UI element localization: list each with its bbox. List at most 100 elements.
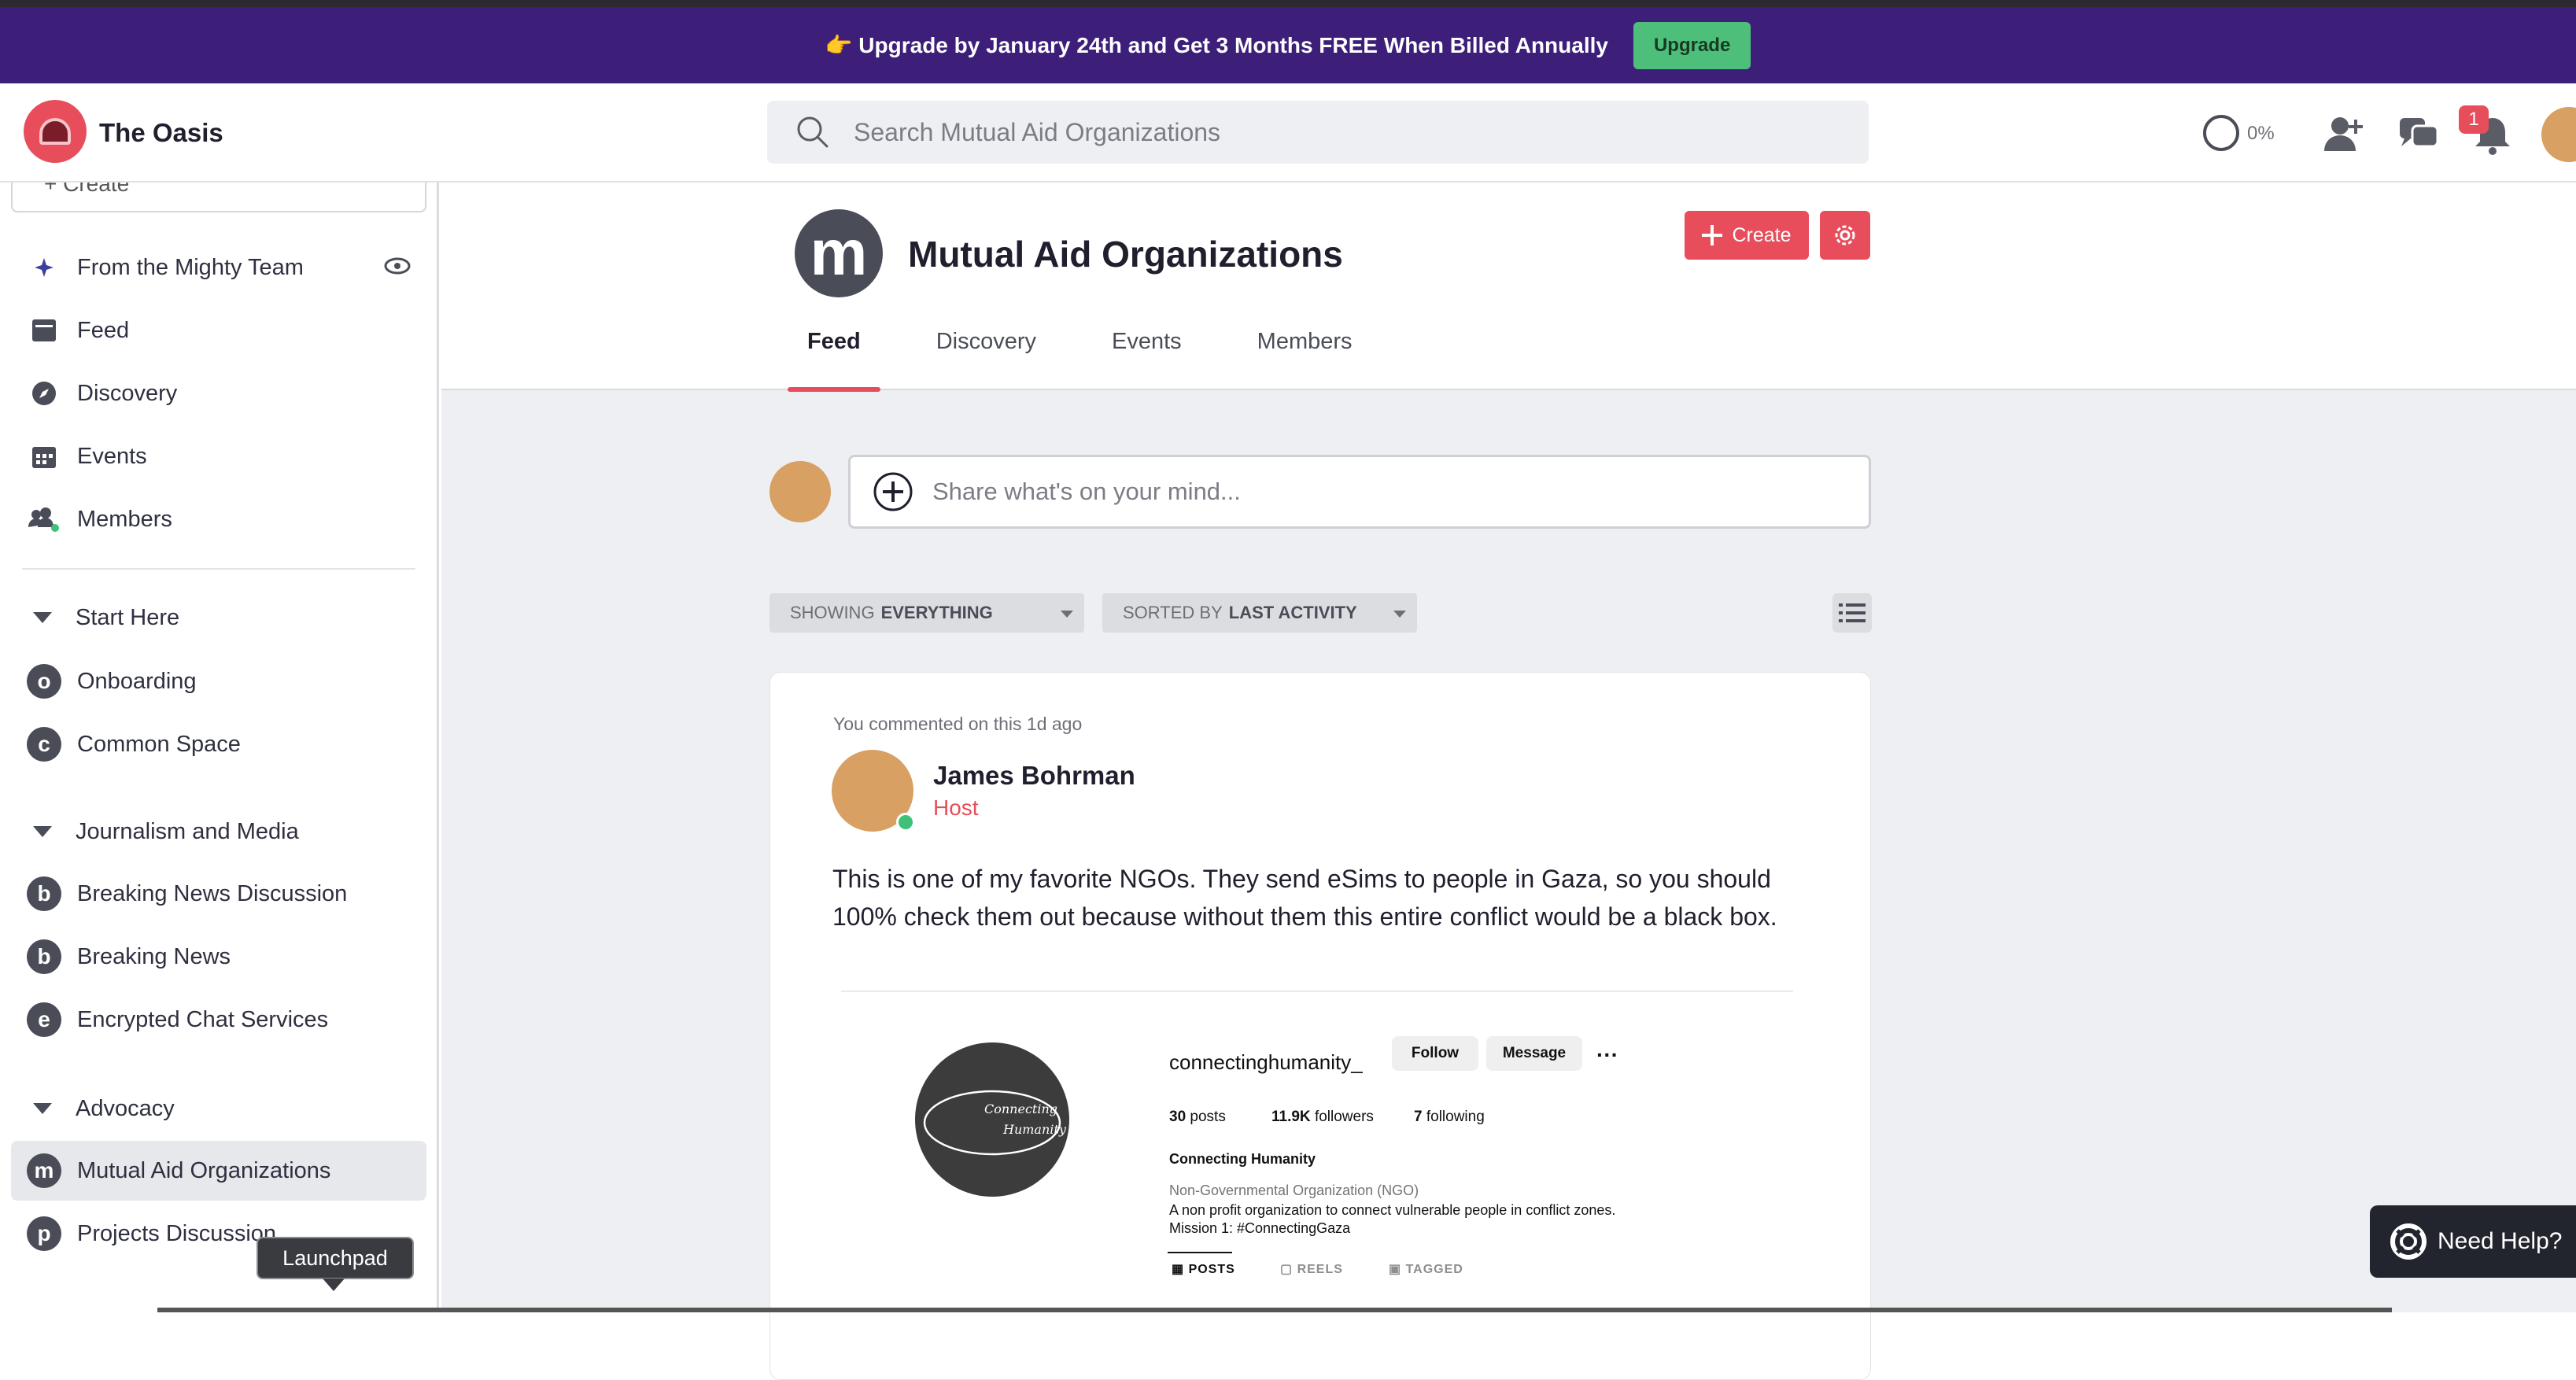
section-title: Journalism and Media <box>76 818 299 844</box>
space-label: Breaking News <box>77 943 231 969</box>
section-title: Start Here <box>76 604 180 630</box>
tab-events[interactable]: Events <box>1112 329 1182 390</box>
group-title: Mutual Aid Organizations <box>908 234 1343 275</box>
window-top-bar <box>0 0 2576 7</box>
post-composer[interactable]: Share what's on your mind... <box>848 455 1871 529</box>
space-label: Breaking News Discussion <box>77 880 348 906</box>
embed-tab-tagged: ▣ TAGGED <box>1389 1263 1463 1276</box>
sidebar-item-label: Discovery <box>77 380 178 406</box>
filter-value: EVERYTHING <box>880 603 993 622</box>
promo-banner: 👉 Upgrade by January 24th and Get 3 Mont… <box>0 7 2576 83</box>
sidebar-space-mutual-aid[interactable]: m Mutual Aid Organizations <box>11 1141 426 1201</box>
space-label: Onboarding <box>77 668 197 694</box>
search-icon <box>797 116 829 148</box>
author-name[interactable]: James Bohrman <box>933 761 1135 791</box>
plus-icon <box>1702 225 1723 245</box>
post-divider <box>841 991 1793 992</box>
embed-tab-label: REELS <box>1297 1263 1343 1276</box>
sidebar-space-breaking-news-discussion[interactable]: b Breaking News Discussion <box>11 864 426 924</box>
collapse-triangle-icon <box>33 612 52 623</box>
embed-following-stat: 7 following <box>1414 1109 1485 1126</box>
space-letter-icon: p <box>27 1216 61 1251</box>
sidebar-space-onboarding[interactable]: o Onboarding <box>11 651 426 711</box>
section-title: Advocacy <box>76 1095 175 1121</box>
list-view-toggle[interactable] <box>1832 593 1872 633</box>
sidebar-item-members[interactable]: Members <box>11 489 426 549</box>
add-person-icon[interactable] <box>2321 112 2365 156</box>
bottom-scrollbar[interactable] <box>157 1308 2392 1312</box>
chat-icon[interactable] <box>2397 112 2441 156</box>
compass-icon <box>27 376 61 411</box>
upgrade-button[interactable]: Upgrade <box>1633 21 1751 69</box>
create-button[interactable]: Create <box>1685 211 1809 260</box>
sidebar-space-encrypted-chat[interactable]: e Encrypted Chat Services <box>11 990 426 1050</box>
embed-tab-indicator <box>1168 1252 1232 1253</box>
embed-tab-label: TAGGED <box>1405 1263 1463 1276</box>
user-avatar[interactable] <box>2541 107 2576 162</box>
showing-filter-dropdown[interactable]: SHOWING EVERYTHING <box>769 593 1084 633</box>
sidebar-create-button[interactable]: + Create <box>11 183 426 212</box>
site-name[interactable]: The Oasis <box>99 118 223 148</box>
group-avatar: m <box>795 209 883 297</box>
sidebar-item-label: Members <box>77 506 172 532</box>
embed-display-name: Connecting Humanity <box>1169 1151 1316 1167</box>
embed-pic-text-1: Connecting <box>984 1101 1057 1116</box>
space-label: Mutual Aid Organizations <box>77 1157 331 1183</box>
section-advocacy[interactable]: Advocacy <box>11 1081 426 1136</box>
sidebar-space-common-space[interactable]: c Common Space <box>11 714 426 774</box>
embed-followers-stat: 11.9K followers <box>1271 1109 1374 1126</box>
tab-discovery[interactable]: Discovery <box>936 329 1036 390</box>
settings-button[interactable] <box>1820 211 1870 260</box>
sidebar-item-discovery[interactable]: Discovery <box>11 363 426 423</box>
collapse-triangle-icon <box>33 1103 52 1114</box>
sidebar-item-label: Feed <box>77 317 130 343</box>
sort-dropdown[interactable]: SORTED BY LAST ACTIVITY <box>1102 593 1417 633</box>
eye-icon[interactable] <box>384 256 411 279</box>
sidebar-space-breaking-news[interactable]: b Breaking News <box>11 927 426 987</box>
space-label: Encrypted Chat Services <box>77 1006 329 1032</box>
space-letter-icon: o <box>27 664 61 699</box>
search-bar[interactable]: Search Mutual Aid Organizations <box>767 101 1869 164</box>
need-help-button[interactable]: Need Help? <box>2370 1205 2576 1278</box>
sparkle-icon <box>27 250 61 285</box>
sidebar-item-events[interactable]: Events <box>11 426 426 486</box>
progress-ring-icon[interactable] <box>2201 113 2241 153</box>
sidebar-divider <box>22 568 415 570</box>
filter-prefix: SHOWING <box>790 603 875 622</box>
search-input[interactable]: Search Mutual Aid Organizations <box>854 118 1220 147</box>
calendar-icon <box>27 439 61 474</box>
notification-badge: 1 <box>2459 105 2489 134</box>
embed-bio: A non profit organization to connect vul… <box>1169 1201 1615 1238</box>
embed-pic-text-2: Humanity <box>1002 1122 1067 1137</box>
stat-value: 11.9K <box>1271 1109 1311 1125</box>
composer-avatar <box>769 461 831 522</box>
caret-down-icon <box>1393 611 1406 618</box>
sidebar-item-feed[interactable]: Feed <box>11 301 426 360</box>
embed-category: Non-Governmental Organization (NGO) <box>1169 1183 1419 1198</box>
gear-icon <box>1835 225 1855 245</box>
embed-tab-posts: ▦ POSTS <box>1172 1263 1235 1276</box>
tab-members[interactable]: Members <box>1257 329 1353 390</box>
stat-label: following <box>1426 1109 1485 1125</box>
caret-down-icon <box>1061 611 1073 618</box>
embed-username: connectinghumanity_ <box>1169 1050 1363 1074</box>
main-content: m Mutual Aid Organizations Create Feed D… <box>441 183 2576 1380</box>
bio-line: A non profit organization to connect vul… <box>1169 1202 1616 1218</box>
author-role: Host <box>933 795 979 820</box>
tooltip-arrow <box>323 1279 345 1291</box>
section-start-here[interactable]: Start Here <box>11 590 426 645</box>
stat-label: posts <box>1190 1109 1226 1125</box>
site-logo[interactable] <box>24 100 87 163</box>
progress-percent: 0% <box>2247 123 2275 144</box>
space-letter-icon: e <box>27 1002 61 1037</box>
online-indicator <box>896 813 915 832</box>
section-journalism[interactable]: Journalism and Media <box>11 804 426 859</box>
composer-input[interactable]: Share what's on your mind... <box>932 478 1241 506</box>
tab-feed[interactable]: Feed <box>788 329 880 392</box>
sidebar-item-from-mighty-team[interactable]: From the Mighty Team <box>11 238 426 297</box>
promo-text: 👉 Upgrade by January 24th and Get 3 Mont… <box>825 33 1608 57</box>
post-card[interactable]: You commented on this 1d ago James Bohrm… <box>769 672 1871 1380</box>
embed-tab-reels: ▢ REELS <box>1280 1263 1343 1276</box>
embed-tab-label: POSTS <box>1188 1263 1235 1276</box>
bio-line: Mission 1: #ConnectingGaza <box>1169 1220 1351 1236</box>
